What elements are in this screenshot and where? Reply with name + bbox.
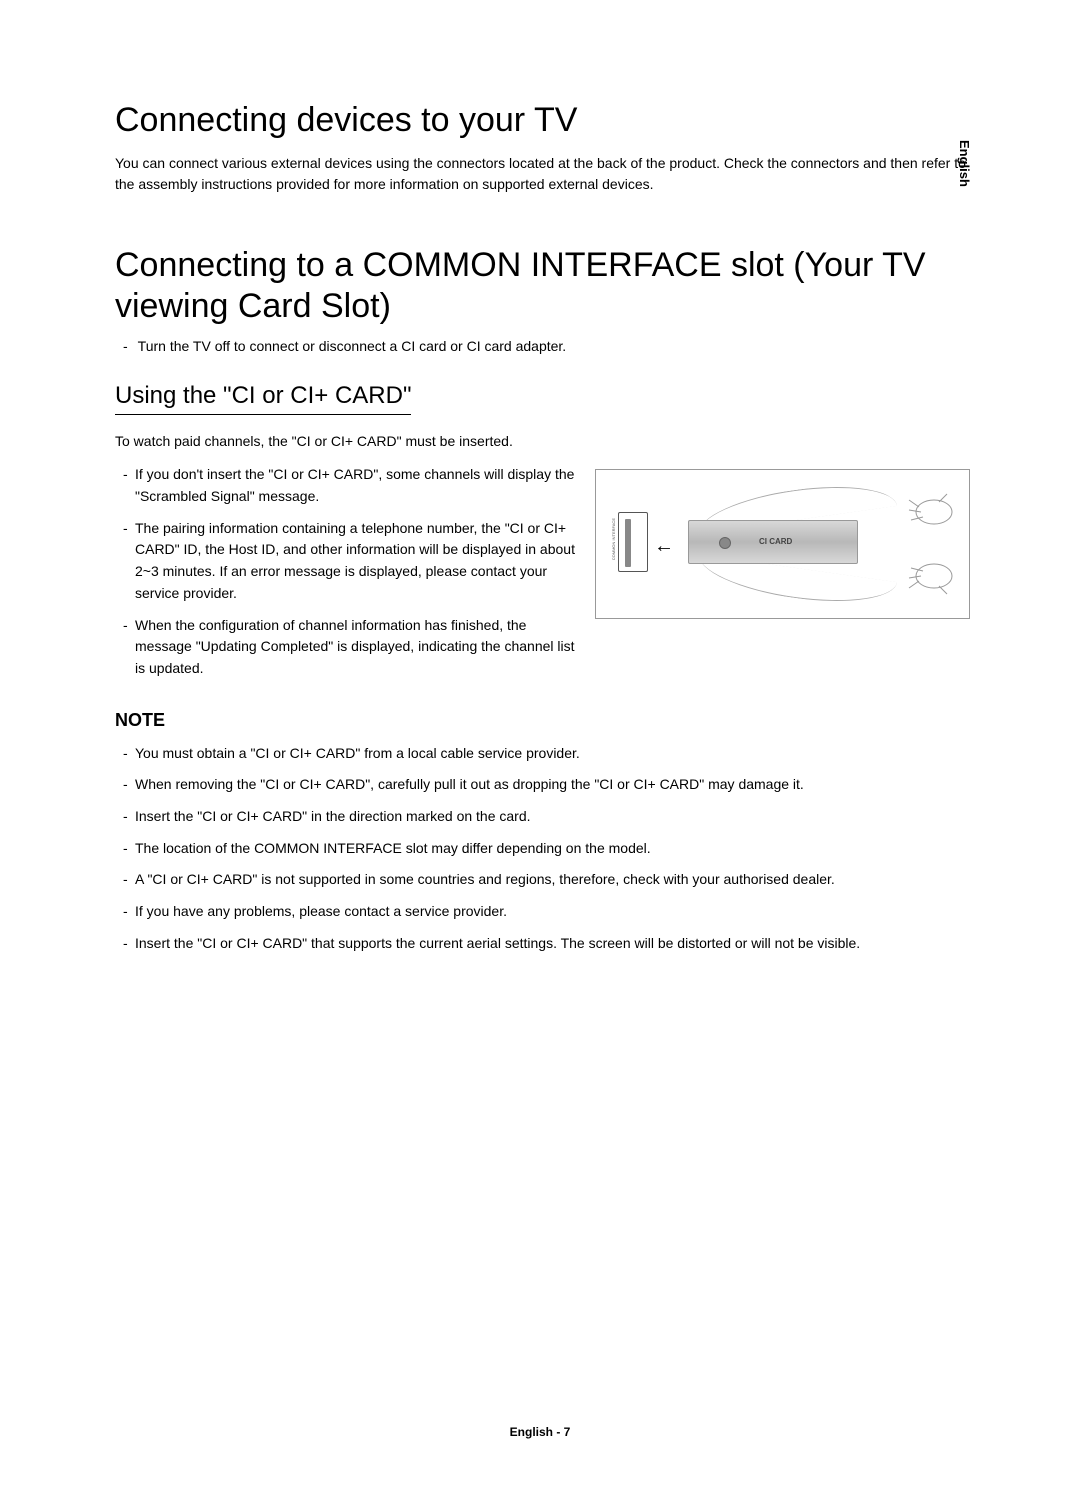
hand-bottom-icon xyxy=(899,561,954,606)
list-item: If you have any problems, please contact… xyxy=(115,901,970,923)
turn-off-note: Turn the TV off to connect or disconnect… xyxy=(123,338,970,354)
arrow-icon: ← xyxy=(654,535,674,558)
list-item: When removing the "CI or CI+ CARD", care… xyxy=(115,774,970,796)
list-item: When the configuration of channel inform… xyxy=(115,615,575,680)
list-item: You must obtain a "CI or CI+ CARD" from … xyxy=(115,743,970,765)
list-item: If you don't insert the "CI or CI+ CARD"… xyxy=(115,464,575,507)
heading-connecting-devices: Connecting devices to your TV xyxy=(115,100,970,141)
hand-top-icon xyxy=(899,482,954,527)
note-list: You must obtain a "CI or CI+ CARD" from … xyxy=(115,743,970,955)
watch-paid-text: To watch paid channels, the "CI or CI+ C… xyxy=(115,431,970,452)
list-item: The location of the COMMON INTERFACE slo… xyxy=(115,838,970,860)
slot-icon xyxy=(618,512,648,572)
slot-label: COMMON INTERFACE xyxy=(611,518,617,560)
usage-list: If you don't insert the "CI or CI+ CARD"… xyxy=(115,464,575,679)
language-tab: English xyxy=(957,140,972,187)
list-item: Insert the "CI or CI+ CARD" that support… xyxy=(115,933,970,955)
list-item: The pairing information containing a tel… xyxy=(115,518,575,605)
list-item: A "CI or CI+ CARD" is not supported in s… xyxy=(115,869,970,891)
intro-paragraph: You can connect various external devices… xyxy=(115,153,970,195)
card-icon: CI CARD xyxy=(688,520,858,564)
heading-common-interface: Connecting to a COMMON INTERFACE slot (Y… xyxy=(115,245,970,327)
ci-card-illustration: COMMON INTERFACE ← CI CARD xyxy=(595,469,970,619)
subheading-ci-card: Using the "CI or CI+ CARD" xyxy=(115,382,411,415)
list-item: Insert the "CI or CI+ CARD" in the direc… xyxy=(115,806,970,828)
page-footer: English - 7 xyxy=(0,1425,1080,1439)
card-label: CI CARD xyxy=(759,537,792,546)
note-heading: NOTE xyxy=(115,710,970,731)
